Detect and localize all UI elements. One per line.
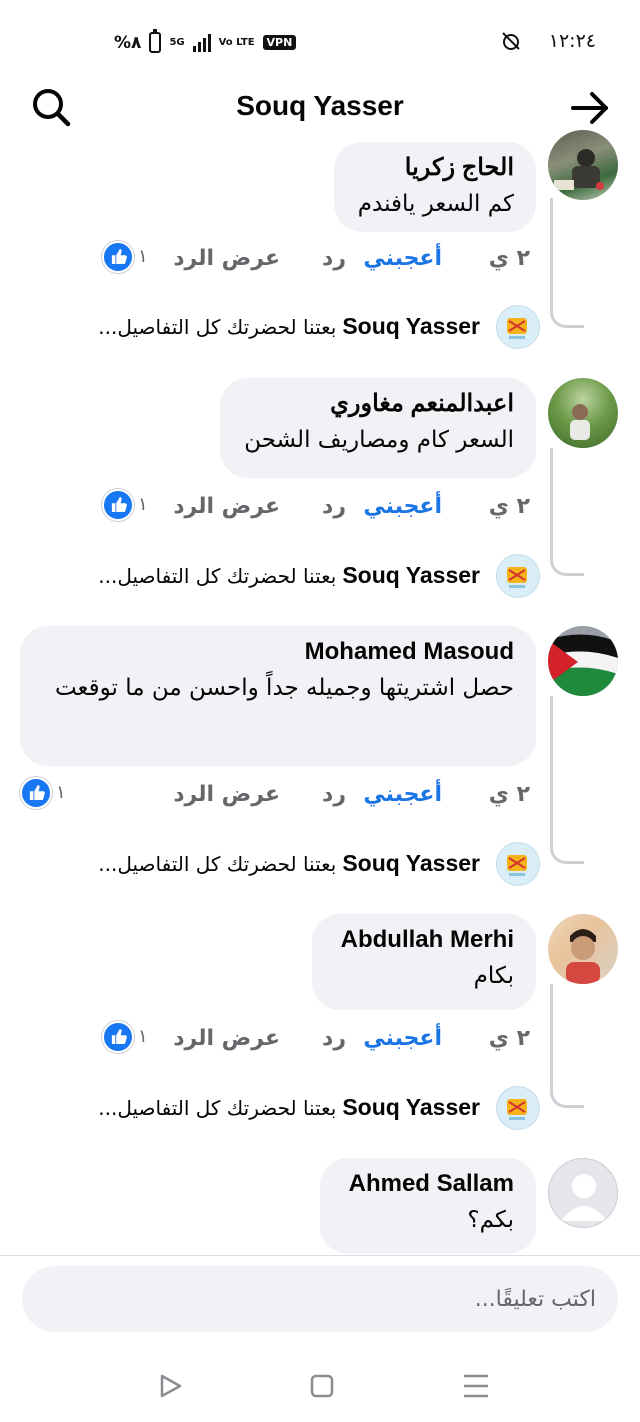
nav-menu-icon[interactable] (456, 1368, 496, 1404)
like-reaction-icon[interactable] (20, 777, 52, 809)
comment-text: بكام (473, 963, 514, 989)
like-count: ١ (138, 246, 148, 267)
comment-bubble[interactable]: Abdullah Merhi بكام (312, 914, 536, 1010)
reply-message: بعتنا لحضرتك كل التفاصيل... (98, 1096, 337, 1120)
view-replies-button[interactable]: عرض الرد (173, 782, 280, 807)
comment-actions: ٢ ي أعجبني رد عرض الرد (170, 494, 530, 534)
reply-text: Souq Yasserبعتنا لحضرتك كل التفاصيل... (98, 562, 480, 589)
comment-actions: ٢ ي أعجبني رد عرض الرد (170, 782, 530, 822)
like-count: ١ (138, 1026, 148, 1047)
reply-message: بعتنا لحضرتك كل التفاصيل... (98, 315, 337, 339)
page-avatar[interactable] (496, 1086, 540, 1130)
reply-message: بعتنا لحضرتك كل التفاصيل... (98, 564, 337, 588)
comment-composer (22, 1266, 618, 1332)
comment-text: بكم؟ (467, 1207, 514, 1233)
like-button[interactable]: أعجبني (363, 246, 442, 271)
like-reaction-icon[interactable] (102, 1021, 134, 1053)
view-replies-button[interactable]: عرض الرد (173, 1026, 280, 1051)
page-avatar[interactable] (496, 554, 540, 598)
like-button[interactable]: أعجبني (363, 494, 442, 519)
comment-actions: ٢ ي أعجبني رد عرض الرد (170, 246, 530, 286)
page-avatar[interactable] (496, 305, 540, 349)
avatar[interactable] (548, 914, 618, 984)
like-count: ١ (138, 494, 148, 515)
signal-icon (192, 33, 211, 52)
view-replies-button[interactable]: عرض الرد (173, 246, 280, 271)
reply-author[interactable]: Souq Yasser (342, 562, 480, 588)
reply-connector (550, 696, 584, 864)
reply-author[interactable]: Souq Yasser (342, 850, 480, 876)
reply-author[interactable]: Souq Yasser (342, 313, 480, 339)
comment-text: كم السعر يافندم (357, 191, 514, 217)
nav-home-icon[interactable] (302, 1368, 342, 1404)
reply-button[interactable]: رد (322, 494, 346, 519)
battery-percent: %٨ (114, 32, 142, 53)
reply-button[interactable]: رد (322, 1026, 346, 1051)
reply-item[interactable]: Souq Yasserبعتنا لحضرتك كل التفاصيل... (90, 842, 540, 886)
reply-item[interactable]: Souq Yasserبعتنا لحضرتك كل التفاصيل... (90, 305, 540, 349)
like-button[interactable]: أعجبني (363, 1026, 442, 1051)
battery-icon (149, 29, 162, 53)
avatar[interactable] (548, 130, 618, 200)
view-replies-button[interactable]: عرض الرد (173, 494, 280, 519)
arrow-right-icon[interactable] (570, 88, 610, 128)
comment-text: السعر كام ومصاريف الشحن (244, 427, 514, 453)
comment-actions: ٢ ي أعجبني رد عرض الرد (170, 1026, 530, 1066)
like-button[interactable]: أعجبني (363, 782, 442, 807)
comment-age: ٢ ي (488, 1026, 530, 1051)
avatar[interactable] (548, 378, 618, 448)
reply-connector (550, 198, 584, 328)
reply-author[interactable]: Souq Yasser (342, 1094, 480, 1120)
commenter-name[interactable]: Ahmed Sallam (342, 1168, 514, 1200)
status-bar: %٨ 5G Vo LTE VPN ١٢:٢٤ (0, 0, 640, 80)
vpn-badge: VPN (262, 35, 297, 50)
like-reaction-icon[interactable] (102, 241, 134, 273)
reply-message: بعتنا لحضرتك كل التفاصيل... (98, 852, 337, 876)
status-left: %٨ 5G Vo LTE VPN (114, 29, 297, 53)
nav-back-icon[interactable] (150, 1368, 190, 1404)
comment-age: ٢ ي (488, 494, 530, 519)
commenter-name[interactable]: Mohamed Masoud (42, 636, 514, 668)
comment-text: حصل اشتريتها وجميله جداً واحسن من ما توق… (54, 675, 514, 701)
top-bar: Souq Yasser (0, 80, 640, 140)
comment-bubble[interactable]: Mohamed Masoud حصل اشتريتها وجميله جداً … (20, 626, 536, 766)
reply-text: Souq Yasserبعتنا لحضرتك كل التفاصيل... (98, 1094, 480, 1121)
page-avatar[interactable] (496, 842, 540, 886)
network-type: 5G (169, 36, 185, 48)
reply-button[interactable]: رد (322, 246, 346, 271)
reply-text: Souq Yasserبعتنا لحضرتك كل التفاصيل... (98, 313, 480, 340)
composer-divider (0, 1255, 640, 1256)
avatar[interactable] (548, 626, 618, 696)
like-reaction-icon[interactable] (102, 489, 134, 521)
comment-bubble[interactable]: اعبدالمنعم مغاوري السعر كام ومصاريف الشح… (220, 378, 536, 478)
reply-connector (550, 448, 584, 576)
like-count: ١ (56, 782, 66, 803)
comment-bubble[interactable]: Ahmed Sallam بكم؟ (320, 1158, 536, 1254)
reply-connector (550, 984, 584, 1108)
commenter-name[interactable]: Abdullah Merhi (334, 924, 514, 956)
clock: ١٢:٢٤ (548, 30, 596, 52)
page-title: Souq Yasser (236, 90, 404, 121)
system-nav-bar (0, 1350, 640, 1422)
reply-item[interactable]: Souq Yasserبعتنا لحضرتك كل التفاصيل... (90, 1086, 540, 1130)
avatar[interactable] (548, 1158, 618, 1228)
volte-icon: Vo LTE (218, 36, 255, 48)
alarm-off-icon (502, 32, 520, 50)
reply-text: Souq Yasserبعتنا لحضرتك كل التفاصيل... (98, 850, 480, 877)
comment-age: ٢ ي (488, 782, 530, 807)
commenter-name[interactable]: الحاج زكريا (356, 152, 514, 184)
reply-item[interactable]: Souq Yasserبعتنا لحضرتك كل التفاصيل... (90, 554, 540, 598)
comment-input[interactable] (22, 1266, 618, 1332)
commenter-name[interactable]: اعبدالمنعم مغاوري (242, 388, 514, 420)
comment-age: ٢ ي (488, 246, 530, 271)
reply-button[interactable]: رد (322, 782, 346, 807)
comment-bubble[interactable]: الحاج زكريا كم السعر يافندم (334, 142, 536, 232)
